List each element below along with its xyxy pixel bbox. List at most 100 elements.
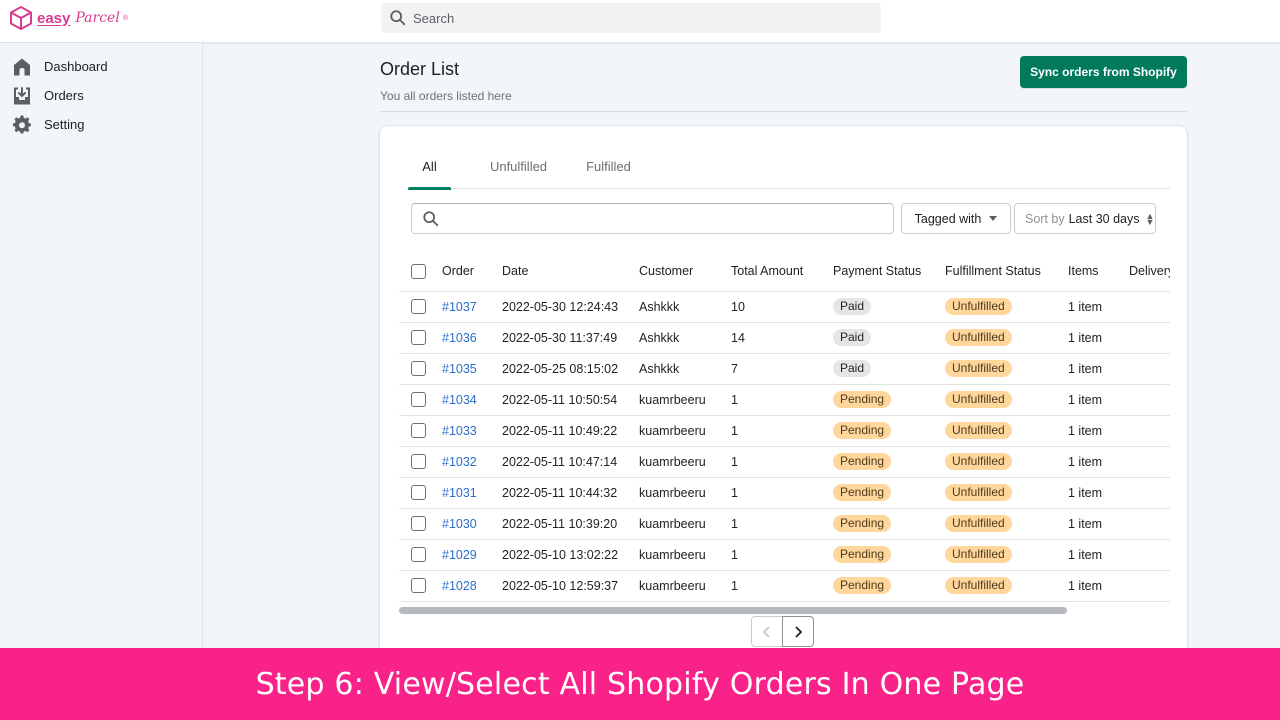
row-checkbox[interactable]: [411, 361, 426, 377]
order-filter-input[interactable]: [446, 211, 886, 226]
column-header-date[interactable]: Date: [502, 252, 639, 292]
row-checkbox[interactable]: [411, 547, 426, 563]
fulfillment-status-badge: Unfulfilled: [945, 329, 1012, 346]
order-items: 1 item: [1068, 322, 1129, 354]
order-filter-search[interactable]: [411, 203, 894, 234]
table-row[interactable]: #1029 2022-05-10 13:02:22 kuamrbeeru 1 Pendi…: [399, 539, 1170, 571]
row-checkbox[interactable]: [411, 330, 426, 346]
sidebar-item-dashboard[interactable]: Dashboard: [0, 52, 202, 81]
order-date: 2022-05-11 10:39:20: [502, 508, 639, 540]
previous-page-button[interactable]: [751, 616, 783, 647]
column-header-order[interactable]: Order: [442, 252, 502, 292]
order-delivery: [1129, 477, 1170, 509]
row-checkbox[interactable]: [411, 516, 426, 532]
app-logo[interactable]: easy Parcel ®: [8, 4, 128, 32]
order-delivery: [1129, 415, 1170, 447]
global-search-input[interactable]: [413, 10, 853, 26]
tagged-with-button[interactable]: Tagged with: [901, 203, 1011, 234]
box-logo-icon: [10, 6, 32, 30]
order-customer: kuamrbeeru: [639, 415, 731, 447]
next-page-button[interactable]: [782, 616, 814, 647]
orders-card: All Unfulfilled Fulfilled Tagged with So…: [380, 126, 1187, 656]
payment-status-badge: Pending: [833, 515, 892, 532]
order-items: 1 item: [1068, 570, 1129, 602]
fulfillment-status-badge: Unfulfilled: [945, 453, 1012, 470]
sort-select[interactable]: Sort by Last 30 days ▲ ▼: [1014, 203, 1156, 234]
table-row[interactable]: #1035 2022-05-25 08:15:02 Ashkkk 7 Paid Unful…: [399, 353, 1170, 385]
order-date: 2022-05-11 10:49:22: [502, 415, 639, 447]
order-number-link[interactable]: #1032: [442, 455, 477, 469]
table-row[interactable]: #1030 2022-05-11 10:39:20 kuamrbeeru 1 Pendi…: [399, 508, 1170, 540]
order-delivery: [1129, 322, 1170, 354]
sidebar-item-label: Orders: [44, 88, 84, 103]
row-checkbox[interactable]: [411, 485, 426, 501]
payment-status-badge: Paid: [833, 298, 872, 315]
row-checkbox[interactable]: [411, 578, 426, 594]
order-number-link[interactable]: #1033: [442, 424, 477, 438]
payment-status-badge: Paid: [833, 329, 872, 346]
horizontal-scrollbar[interactable]: [399, 607, 1067, 614]
tab-fulfilled[interactable]: Fulfilled: [571, 148, 646, 189]
sidebar-item-setting[interactable]: Setting: [0, 110, 202, 139]
column-header-fulfillment-status[interactable]: Fulfillment Status: [945, 252, 1068, 292]
order-number-link[interactable]: #1031: [442, 486, 477, 500]
order-customer: kuamrbeeru: [639, 508, 731, 540]
sidebar-item-orders[interactable]: Orders: [0, 81, 202, 110]
order-total: 1: [731, 539, 833, 571]
order-number-link[interactable]: #1034: [442, 393, 477, 407]
order-customer: Ashkkk: [639, 353, 731, 385]
row-checkbox[interactable]: [411, 423, 426, 439]
sort-updown-icon: ▲ ▼: [1145, 210, 1155, 227]
column-header-total-amount[interactable]: Total Amount: [731, 252, 833, 292]
order-delivery: [1129, 353, 1170, 385]
order-items: 1 item: [1068, 508, 1129, 540]
order-customer: kuamrbeeru: [639, 384, 731, 416]
column-header-payment-status[interactable]: Payment Status: [833, 252, 945, 292]
home-icon: [14, 58, 30, 75]
payment-status-badge: Pending: [833, 422, 892, 439]
page-title: Order List: [380, 59, 460, 79]
sync-orders-button[interactable]: Sync orders from Shopify: [1020, 56, 1187, 88]
tab-all[interactable]: All: [408, 148, 451, 190]
order-customer: kuamrbeeru: [639, 446, 731, 478]
select-all-checkbox[interactable]: [411, 263, 426, 279]
fulfillment-status-badge: Unfulfilled: [945, 515, 1012, 532]
fulfillment-status-badge: Unfulfilled: [945, 391, 1012, 408]
order-number-link[interactable]: #1029: [442, 548, 477, 562]
order-number-link[interactable]: #1036: [442, 331, 477, 345]
order-date: 2022-05-10 12:59:37: [502, 570, 639, 602]
order-date: 2022-05-30 11:37:49: [502, 322, 639, 354]
sidebar-item-label: Dashboard: [44, 59, 108, 74]
fulfillment-status-badge: Unfulfilled: [945, 360, 1012, 377]
table-row[interactable]: #1032 2022-05-11 10:47:14 kuamrbeeru 1 Pendi…: [399, 446, 1170, 478]
order-number-link[interactable]: #1028: [442, 579, 477, 593]
table-row[interactable]: #1028 2022-05-10 12:59:37 kuamrbeeru 1 Pendi…: [399, 570, 1170, 602]
column-header-items[interactable]: Items: [1068, 252, 1129, 292]
table-row[interactable]: #1034 2022-05-11 10:50:54 kuamrbeeru 1 Pendi…: [399, 384, 1170, 416]
chevron-right-icon: [795, 625, 803, 638]
order-date: 2022-05-11 10:50:54: [502, 384, 639, 416]
order-tabs: All Unfulfilled Fulfilled: [408, 148, 1170, 190]
column-header-delivery[interactable]: Delivery: [1129, 252, 1170, 292]
order-number-link[interactable]: #1030: [442, 517, 477, 531]
column-header-customer[interactable]: Customer: [639, 252, 731, 292]
row-checkbox[interactable]: [411, 299, 426, 315]
order-delivery: [1129, 508, 1170, 540]
order-number-link[interactable]: #1037: [442, 300, 477, 314]
table-row[interactable]: #1036 2022-05-30 11:37:49 Ashkkk 14 Paid Unfu…: [399, 322, 1170, 354]
row-checkbox[interactable]: [411, 454, 426, 470]
row-checkbox[interactable]: [411, 392, 426, 408]
table-row[interactable]: #1031 2022-05-11 10:44:32 kuamrbeeru 1 Pendi…: [399, 477, 1170, 509]
tab-unfulfilled[interactable]: Unfulfilled: [471, 148, 566, 189]
fulfillment-status-badge: Unfulfilled: [945, 546, 1012, 563]
order-delivery: [1129, 446, 1170, 478]
order-number-link[interactable]: #1035: [442, 362, 477, 376]
fulfillment-status-badge: Unfulfilled: [945, 422, 1012, 439]
table-row[interactable]: #1037 2022-05-30 12:24:43 Ashkkk 10 Paid Unfu…: [399, 291, 1170, 323]
table-row[interactable]: #1033 2022-05-11 10:49:22 kuamrbeeru 1 Pendi…: [399, 415, 1170, 447]
global-search[interactable]: [381, 3, 881, 33]
order-total: 7: [731, 353, 833, 385]
payment-status-badge: Pending: [833, 391, 892, 408]
order-total: 10: [731, 291, 833, 323]
payment-status-badge: Pending: [833, 546, 892, 563]
